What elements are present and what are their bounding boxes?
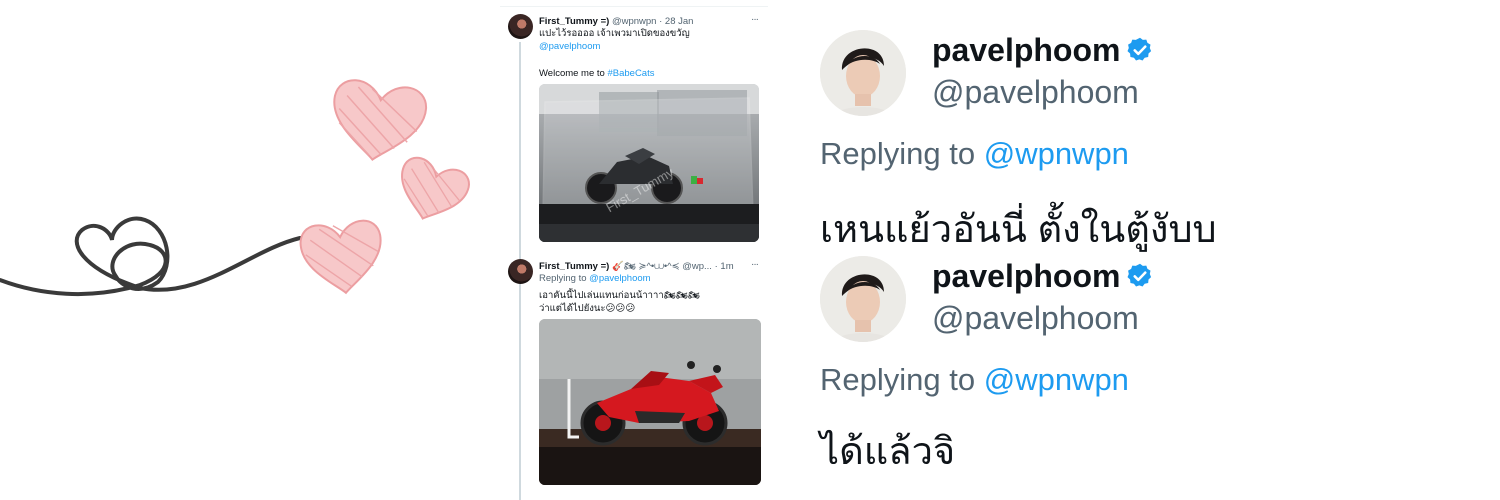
replying-to-line: Replying to @wpnwpn — [820, 136, 1129, 172]
dot-separator: · — [714, 261, 718, 272]
handle[interactable]: @pavelphoom — [932, 300, 1139, 337]
display-name-emoji: 🎸🏍 ≽^•⩊•^≼ — [611, 261, 680, 272]
dot-separator: · — [659, 16, 663, 27]
tweet-2[interactable]: First_Tummy =) 🎸🏍 ≽^•⩊•^≼ @wp... · 1m ··… — [500, 259, 768, 500]
replying-label: Replying to — [539, 273, 590, 284]
display-name[interactable]: pavelphoom — [932, 258, 1154, 295]
divider — [500, 6, 768, 7]
timestamp[interactable]: 1m — [720, 261, 733, 272]
replying-to-line: Replying to @pavelphoom — [539, 272, 760, 285]
tweet-text-line: Welcome me to #BabeCats — [539, 67, 760, 80]
username-text: pavelphoom — [932, 258, 1121, 294]
replying-label: Replying to — [820, 136, 984, 171]
tweet-text: Welcome me to — [539, 68, 608, 79]
hashtag-link[interactable]: #BabeCats — [607, 68, 654, 79]
username-text: pavelphoom — [932, 32, 1121, 68]
mention-link[interactable]: @pavelphoom — [539, 40, 760, 53]
avatar[interactable] — [820, 256, 906, 342]
tweet-image[interactable]: First_Tummy — [539, 84, 759, 242]
reply-1[interactable]: pavelphoom @pavelphoom Replying to @wpnw… — [820, 30, 1460, 251]
display-name[interactable]: First_Tummy =) — [539, 261, 609, 272]
reply-2[interactable]: pavelphoom @pavelphoom Replying to @wpnw… — [820, 256, 1460, 476]
profile-photo — [820, 30, 906, 116]
replying-label: Replying to — [820, 362, 984, 397]
display-name[interactable]: First_Tummy =) — [539, 16, 609, 27]
tweet-header: First_Tummy =) 🎸🏍 ≽^•⩊•^≼ @wp... · 1m — [539, 261, 768, 272]
avatar[interactable] — [508, 14, 533, 39]
mention-link[interactable]: @wpnwpn — [984, 136, 1129, 171]
more-icon[interactable]: ··· — [751, 259, 759, 270]
timestamp[interactable]: 28 Jan — [665, 16, 694, 27]
handle[interactable]: @wpnwpn — [612, 16, 657, 27]
handle[interactable]: @wp... — [682, 261, 712, 272]
tweet-thread-screenshot: First_Tummy =) @wpnwpn · 28 Jan ··· แปะไ… — [500, 0, 768, 500]
verified-badge-icon — [1127, 263, 1152, 287]
tweet-header: First_Tummy =) @wpnwpn · 28 Jan — [539, 16, 768, 27]
mention-link[interactable]: @wpnwpn — [984, 362, 1129, 397]
mention-link[interactable]: @pavelphoom — [589, 273, 650, 284]
pink-heart-icon — [333, 79, 428, 162]
more-icon[interactable]: ··· — [751, 14, 759, 25]
replying-to-line: Replying to @wpnwpn — [820, 362, 1129, 398]
motorcycle-display-case-photo: First_Tummy — [539, 84, 759, 242]
display-name[interactable]: pavelphoom — [932, 32, 1154, 69]
avatar[interactable] — [820, 30, 906, 116]
tweet-text-line: ว่าแต่ได้ไปยังนะ😕😕😕 — [539, 303, 636, 314]
avatar[interactable] — [508, 259, 533, 284]
handle[interactable]: @pavelphoom — [932, 74, 1139, 111]
red-motorcycle-model-photo — [539, 319, 761, 485]
reply-text: เหนแย้วอันนี่ ตั้งในตู้งับบ — [820, 209, 1217, 251]
pink-heart-icon — [299, 219, 382, 295]
squiggle-line — [0, 216, 302, 297]
tweet-1[interactable]: First_Tummy =) @wpnwpn · 28 Jan ··· แปะไ… — [500, 14, 768, 249]
pink-heart-icon — [401, 156, 470, 220]
profile-photo — [820, 256, 906, 342]
tweet-image[interactable] — [539, 319, 761, 485]
reply-text: ได้แล้วจิ — [820, 431, 956, 473]
heart-doodle-decoration — [0, 79, 470, 297]
verified-badge-icon — [1127, 37, 1152, 61]
tweet-text-line: แปะไว้รออออ เจ้าเพวมาเปิดของขวัญ — [539, 28, 690, 39]
tweet-text-line: เอาคันนี้ไปเล่นแทนก่อนน้าาาา🏍🏍🏍 — [539, 290, 700, 301]
